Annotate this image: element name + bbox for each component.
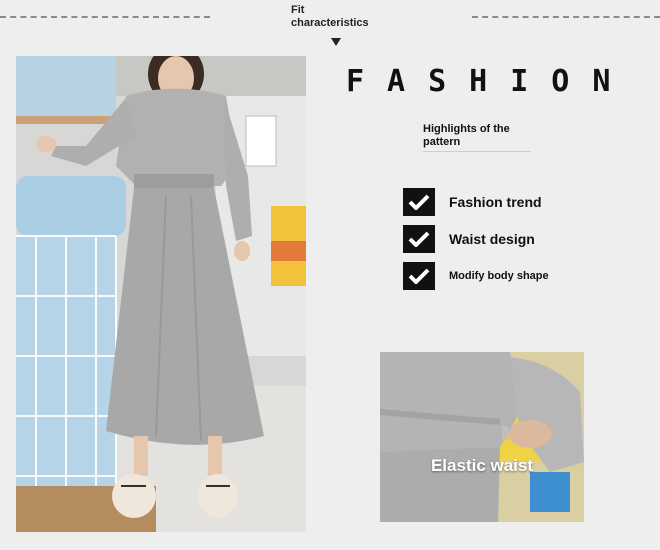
header-dashed-line-left [0,16,210,18]
headline-fashion: FASHION [346,64,634,99]
feature-label: Fashion trend [449,194,542,210]
checkmark-icon [403,262,435,290]
checkmark-icon [403,225,435,253]
checkmark-icon [403,188,435,216]
elastic-waist-caption: Elastic waist [430,456,534,475]
highlights-subheading: Highlights of the pattern [423,123,510,148]
down-arrow-icon [331,38,341,46]
feature-fashion-trend: Fashion trend [403,188,542,216]
product-photo-main [16,56,306,532]
fit-characteristics-label: Fit characteristics [291,4,369,29]
subheading-divider [423,151,531,152]
feature-label: Modify body shape [449,270,549,282]
header-dashed-line-right [472,16,660,18]
feature-label: Waist design [449,231,535,247]
product-photo-detail: Elastic waist [380,352,584,522]
feature-modify-body-shape: Modify body shape [403,262,559,290]
feature-waist-design: Waist design [403,225,535,253]
